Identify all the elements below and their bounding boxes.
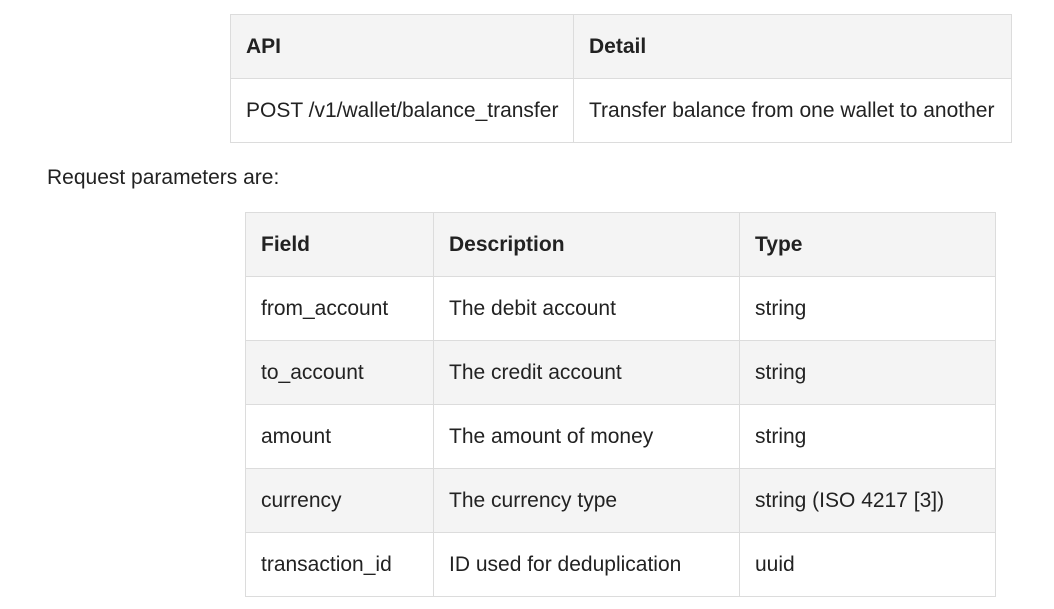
table-row: amount The amount of money string (245, 404, 996, 469)
description-cell: The debit account (433, 276, 740, 341)
api-detail-cell: Transfer balance from one wallet to anot… (573, 78, 1012, 143)
api-table: API Detail POST /v1/wallet/balance_trans… (230, 14, 1012, 143)
type-cell: string (ISO 4217 [3]) (739, 468, 996, 533)
table-row: to_account The credit account string (245, 340, 996, 405)
field-cell: from_account (245, 276, 434, 341)
type-cell: string (739, 276, 996, 341)
description-cell: The amount of money (433, 404, 740, 469)
request-parameters-table: Field Description Type from_account The … (245, 212, 996, 597)
api-endpoint-cell: POST /v1/wallet/balance_transfer (230, 78, 574, 143)
table-row: POST /v1/wallet/balance_transfer Transfe… (230, 78, 1012, 143)
description-column-header: Description (433, 212, 740, 277)
field-cell: currency (245, 468, 434, 533)
field-cell: to_account (245, 340, 434, 405)
params-table-header-row: Field Description Type (245, 212, 996, 277)
api-column-header: API (230, 14, 574, 79)
type-cell: uuid (739, 532, 996, 597)
description-cell: The currency type (433, 468, 740, 533)
field-column-header: Field (245, 212, 434, 277)
table-row: from_account The debit account string (245, 276, 996, 341)
request-parameters-label: Request parameters are: (47, 166, 280, 189)
detail-column-header: Detail (573, 14, 1012, 79)
table-row: currency The currency type string (ISO 4… (245, 468, 996, 533)
field-cell: transaction_id (245, 532, 434, 597)
description-cell: The credit account (433, 340, 740, 405)
field-cell: amount (245, 404, 434, 469)
description-cell: ID used for deduplication (433, 532, 740, 597)
type-cell: string (739, 404, 996, 469)
type-cell: string (739, 340, 996, 405)
table-row: transaction_id ID used for deduplication… (245, 532, 996, 597)
type-column-header: Type (739, 212, 996, 277)
api-table-header-row: API Detail (230, 14, 1012, 79)
